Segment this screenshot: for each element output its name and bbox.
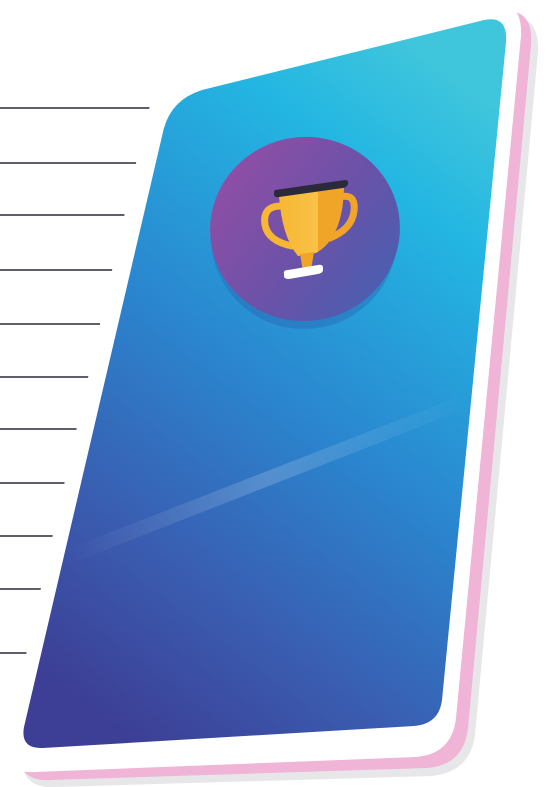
trophy-phone-illustration [0, 0, 550, 787]
phone [6, 2, 539, 787]
